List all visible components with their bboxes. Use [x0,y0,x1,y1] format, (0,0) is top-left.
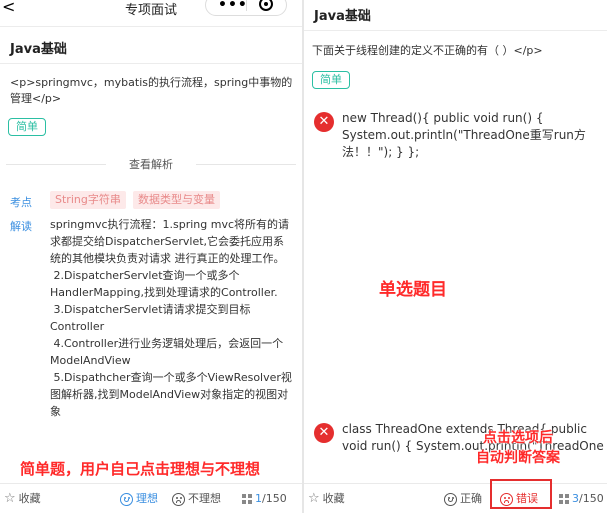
answer-option[interactable]: ✕ new Thread(){ public void run() { Syst… [310,110,605,160]
difficulty-tag: 简单 [312,71,350,89]
analysis-text: springmvc执行流程：1.spring mvc将所有的请求都提交给Disp… [50,216,294,420]
ideal-label: 理想 [136,492,158,505]
correct-label: 正确 [460,492,482,505]
annotation-line: 点击选项后 [483,430,553,446]
not-ideal-label: 不理想 [188,492,221,505]
right-phone-screen: Java基础 下面关于线程创建的定义不正确的有（ ）</p> 简单 ✕ new … [304,0,607,513]
knowledge-tag: 数据类型与变量 [133,191,220,209]
annotation-simple-question: 简单题，用户自己点击理想与不理想 [20,460,261,478]
view-analysis-label[interactable]: 查看解析 [6,156,296,172]
left-phone-screen: < 专项面试 ••• Java基础 <p>springmvc，mybatis的执… [0,0,302,513]
option-text: class ThreadOne extends Thread{ public v… [342,422,604,453]
analysis-paragraph: 2.DispatcherServlet查询一个或多个HandlerMapping… [50,269,278,299]
divider [304,30,607,31]
question-text: 下面关于线程创建的定义不正确的有（ ）</p> [312,44,543,57]
analysis-paragraph: springmvc执行流程：1.spring mvc将所有的请求都提交给Disp… [50,218,290,265]
answer-option[interactable]: ✕ class ThreadOne extends Thread{ public… [310,421,605,459]
favorite-button[interactable]: ☆ 收藏 [308,491,345,507]
star-icon: ☆ [308,491,320,506]
bottom-action-bar: ☆ 收藏 理想 不理想 1/150 [0,483,302,513]
capsule-divider [246,0,247,11]
question-counter[interactable]: 3/150 [559,491,604,507]
divider [0,63,302,64]
wrong-mark-icon: ✕ [314,112,334,132]
grid-icon [242,494,252,504]
miniprogram-capsule: ••• [205,0,287,16]
knowledge-point-label: 考点 [10,196,32,209]
bottom-action-bar: ☆ 收藏 正确 错误 3/150 [304,483,607,513]
favorite-label: 收藏 [322,492,345,505]
more-menu-icon[interactable]: ••• [218,0,248,13]
wrong-highlight-box [490,479,552,509]
option-text: new Thread(){ public void run() { System… [342,111,586,159]
current-index: 1 [255,492,262,505]
star-icon: ☆ [4,491,16,506]
total-count: /150 [579,492,604,505]
total-count: /150 [262,492,287,505]
nav-bar: < 专项面试 ••• [0,0,302,20]
knowledge-tag: String字符串 [50,191,126,209]
correct-button[interactable]: 正确 [444,491,482,507]
frown-icon [172,492,185,506]
favorite-label: 收藏 [18,492,41,505]
difficulty-tag: 简单 [8,118,46,136]
ideal-button[interactable]: 理想 [120,491,158,507]
question-counter[interactable]: 1/150 [242,491,287,507]
annotation-line: 自动判断答案 [476,450,560,466]
analysis-paragraph: 5.Dispathcher查询一个或多个ViewResolver视图解析器,找到… [50,371,292,418]
grid-icon [559,494,569,504]
annotation-single-choice: 单选题目 [379,280,447,300]
annotation-auto-judge: 点击选项后 自动判断答案 [476,428,560,468]
smile-icon [120,492,133,506]
current-index: 3 [572,492,579,505]
analysis-paragraph: 4.Controller进行业务逻辑处理后，会返回一个ModelAndView [50,337,284,367]
section-title: Java基础 [10,42,67,57]
favorite-button[interactable]: ☆ 收藏 [4,491,41,507]
not-ideal-button[interactable]: 不理想 [172,491,221,507]
analysis-paragraph: 3.DispatcherServlet请请求提交到目标Controller [50,303,251,333]
question-text: <p>springmvc，mybatis的执行流程，spring中事物的管理</… [10,76,293,105]
analysis-label: 解读 [10,220,32,233]
wrong-mark-icon: ✕ [314,423,334,443]
view-analysis-divider[interactable]: 查看解析 [6,156,296,172]
smile-icon [444,492,457,506]
divider [0,26,302,27]
close-target-icon[interactable] [259,0,273,11]
section-title: Java基础 [314,9,371,24]
